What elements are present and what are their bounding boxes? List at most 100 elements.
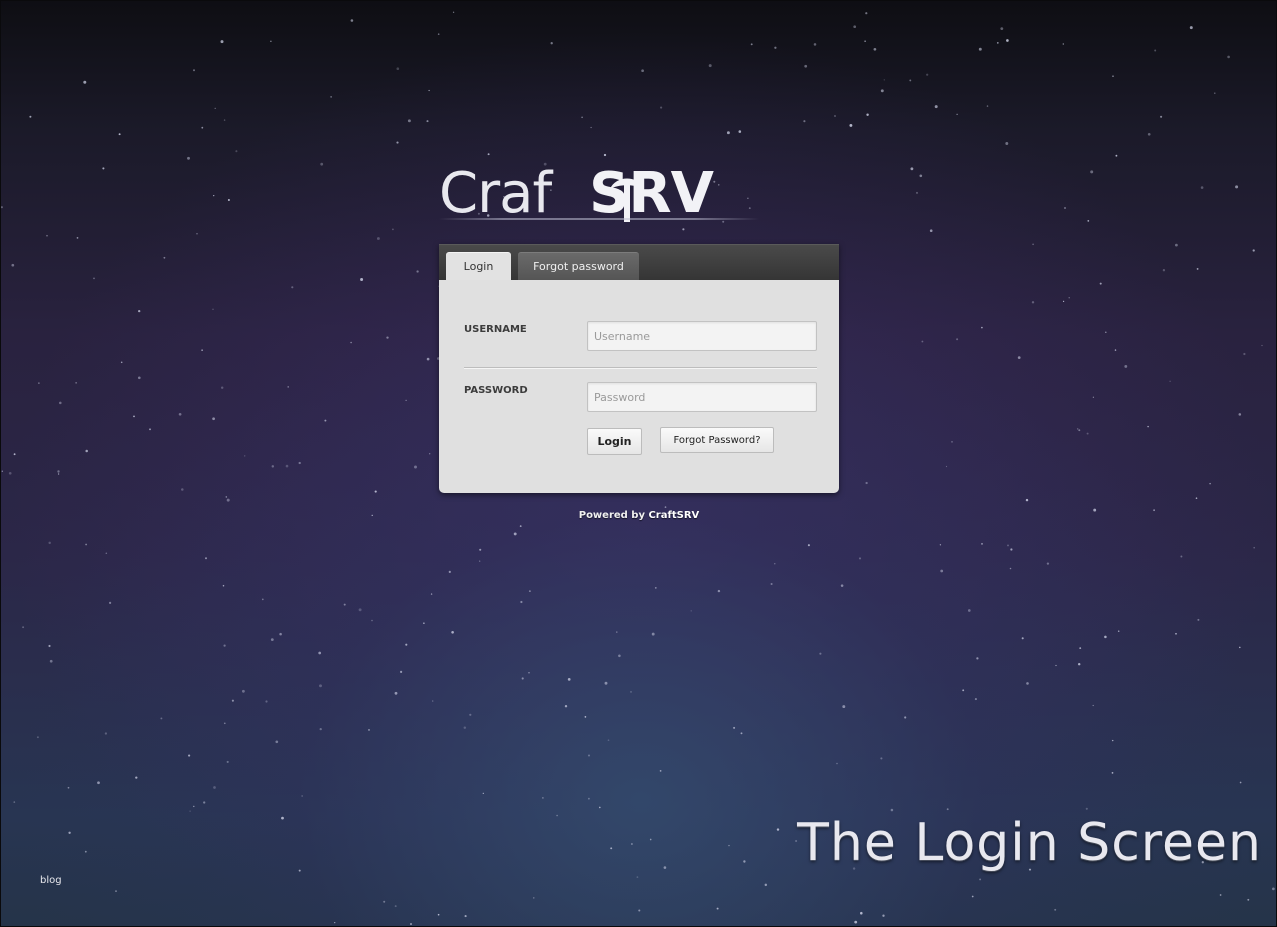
star: [83, 80, 87, 84]
star: [279, 632, 282, 636]
login-button[interactable]: Login: [587, 428, 642, 455]
star: [392, 228, 394, 231]
star: [939, 544, 942, 546]
star: [834, 115, 836, 117]
star: [360, 278, 364, 281]
star: [866, 113, 869, 117]
star: [636, 876, 639, 878]
star: [1055, 664, 1057, 667]
star: [951, 441, 953, 443]
star: [225, 496, 228, 498]
powered-by-prefix: Powered by: [578, 510, 649, 521]
star: [1227, 55, 1230, 59]
star: [135, 776, 138, 779]
star: [1239, 646, 1241, 649]
star: [976, 657, 979, 660]
star: [610, 847, 613, 850]
star: [213, 786, 216, 789]
username-input[interactable]: [587, 321, 817, 351]
star: [1093, 508, 1097, 512]
star: [926, 73, 929, 76]
star: [201, 349, 203, 351]
star: [226, 760, 229, 763]
star: [48, 644, 51, 648]
star: [1026, 682, 1029, 685]
star: [464, 915, 467, 918]
star: [1162, 269, 1166, 272]
star: [437, 33, 440, 35]
star: [1099, 282, 1102, 285]
star: [137, 376, 141, 380]
star: [371, 619, 373, 622]
star: [189, 810, 191, 812]
star: [386, 336, 389, 339]
star: [1195, 497, 1198, 500]
star: [880, 89, 884, 93]
star: [396, 141, 399, 144]
star: [1090, 170, 1094, 174]
star: [97, 781, 100, 785]
star: [320, 162, 324, 166]
star: [587, 754, 591, 757]
star: [431, 700, 434, 702]
star: [133, 415, 135, 418]
star: [1092, 704, 1094, 707]
star: [196, 233, 198, 235]
star: [854, 920, 858, 924]
star: [971, 895, 974, 898]
star: [358, 608, 362, 612]
forgot-password-button[interactable]: Forgot Password?: [660, 427, 774, 453]
star: [261, 598, 264, 601]
star: [1031, 301, 1035, 304]
star: [956, 113, 958, 115]
star: [400, 670, 403, 674]
star: [528, 672, 530, 674]
star: [291, 286, 294, 289]
star: [1272, 887, 1275, 891]
star: [220, 40, 224, 44]
star: [102, 167, 105, 170]
star: [223, 119, 226, 121]
star: [383, 900, 386, 903]
star: [213, 194, 215, 197]
logo-text-light: Craf: [439, 161, 552, 226]
star: [649, 838, 652, 841]
star: [298, 869, 301, 872]
star: [1, 470, 3, 472]
star: [604, 681, 608, 685]
star: [115, 890, 117, 892]
star: [448, 570, 451, 574]
tab-forgot-password[interactable]: Forgot password: [518, 252, 639, 280]
star: [663, 866, 667, 869]
star: [201, 126, 204, 129]
star: [371, 514, 373, 517]
star: [513, 532, 517, 536]
star: [880, 757, 883, 760]
star: [974, 698, 977, 701]
star: [770, 582, 773, 586]
star: [836, 762, 838, 765]
star: [451, 630, 454, 634]
login-panel: Login Forgot password USERNAME PASSWORD …: [439, 244, 839, 493]
star: [910, 167, 914, 171]
star: [241, 689, 245, 693]
star: [452, 11, 455, 13]
star: [1153, 509, 1155, 512]
star: [1247, 898, 1250, 901]
star: [13, 801, 16, 803]
star: [521, 677, 524, 680]
tab-login[interactable]: Login: [446, 252, 511, 280]
star: [929, 229, 933, 233]
star: [8, 471, 12, 475]
star: [1112, 75, 1114, 77]
star: [921, 340, 924, 343]
star: [244, 455, 246, 457]
star: [57, 473, 60, 475]
star: [350, 341, 352, 344]
blog-link[interactable]: blog: [40, 875, 62, 886]
star: [193, 69, 195, 72]
star: [235, 150, 238, 153]
star: [533, 897, 535, 899]
star: [330, 96, 332, 98]
password-input[interactable]: [587, 382, 817, 412]
